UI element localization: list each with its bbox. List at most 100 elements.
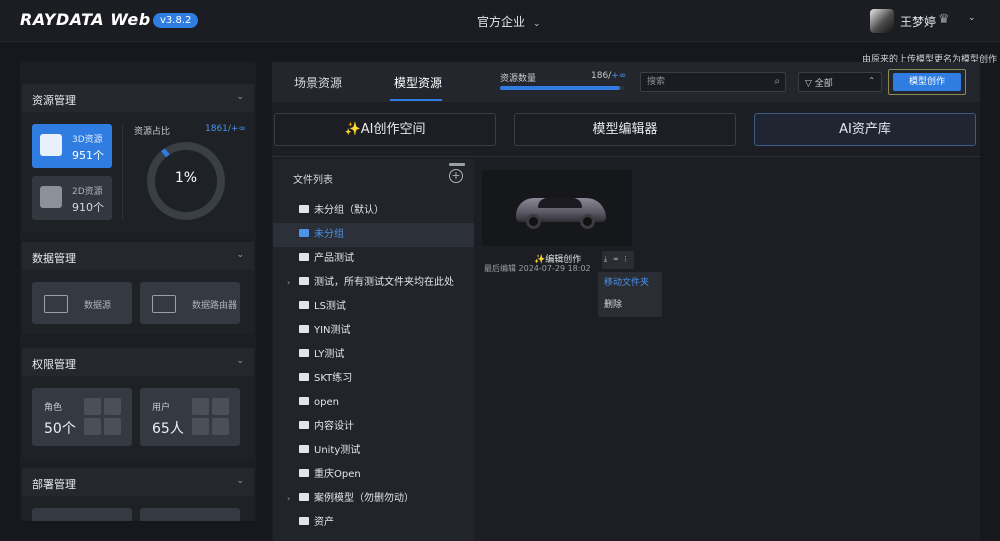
deploy-tile[interactable] — [140, 508, 240, 521]
section-header-data[interactable]: 数据管理 ⌄ — [22, 242, 254, 270]
file-list-item[interactable]: LY测试 — [273, 343, 474, 367]
tab-scene-resources[interactable]: 场景资源 — [294, 74, 342, 91]
create-button-frame: 模型创作 — [888, 69, 966, 95]
filter-value: 全部 — [814, 79, 833, 89]
res-2d-label: 2D资源 — [72, 187, 103, 197]
model-create-button[interactable]: 模型创作 — [893, 73, 961, 91]
role-label: 角色 — [44, 403, 63, 413]
file-list-item[interactable]: › 测试，所有测试文件夹均在此处 — [273, 271, 474, 295]
file-list-item[interactable]: open — [273, 391, 474, 415]
file-list-item-label: Unity测试 — [314, 445, 361, 456]
folder-icon — [299, 397, 309, 405]
file-list-item[interactable]: 未分组 — [273, 223, 474, 247]
car-wheel — [526, 214, 541, 229]
file-list-item-label: 未分组 — [314, 229, 344, 240]
chevron-down-icon[interactable]: ⌄ — [968, 13, 976, 23]
delete-item[interactable]: 删除 — [598, 294, 662, 316]
file-list-item[interactable]: LS测试 — [273, 295, 474, 319]
res-2d-tile[interactable]: 2D资源 910个 — [32, 176, 112, 220]
app-logo[interactable]: RAYDATA Web — [20, 10, 151, 29]
file-list-item-label: 产品测试 — [314, 253, 354, 264]
quantity-bar — [500, 86, 624, 90]
router-label: 数据路由器 — [192, 301, 238, 311]
model-editor-button[interactable]: 模型编辑器 — [514, 113, 736, 146]
file-list-item[interactable]: › 案例模型（勿删勿动） — [273, 487, 474, 511]
file-list-item[interactable]: Unity测试 — [273, 439, 474, 463]
folder-icon — [299, 253, 309, 261]
file-list-item[interactable]: YIN测试 — [273, 319, 474, 343]
file-list-item-label: 案例模型（勿删勿动） — [314, 493, 414, 504]
user-grid-icon — [192, 398, 230, 436]
user-name[interactable]: 王梦婷 — [900, 13, 936, 30]
tab-model-resources[interactable]: 模型资源 — [394, 74, 442, 91]
database-icon — [44, 295, 68, 313]
filter-icon: ▽ — [805, 79, 812, 89]
router-icon — [152, 295, 176, 313]
tabs-bar: 场景资源 模型资源 资源数量 186/+∞ ⌕ ▽ 全部 ⌃ 模型创作 — [272, 62, 980, 102]
move-folder-item[interactable]: 移动文件夹 — [598, 272, 662, 294]
res-3d-label: 3D资源 — [72, 135, 103, 145]
filter-select[interactable]: ▽ 全部 ⌃ — [798, 72, 882, 92]
quantity-bar-fill — [500, 86, 621, 90]
add-folder-icon[interactable]: + — [449, 169, 463, 183]
chevron-right-icon[interactable]: › — [287, 487, 290, 511]
data-body: 数据源 数据路由器 — [22, 270, 254, 334]
folder-icon — [299, 205, 309, 213]
download-icon[interactable]: ⤓ — [604, 255, 611, 264]
folder-icon — [299, 325, 309, 333]
layers-icon — [40, 186, 62, 208]
crown-icon: ♛ — [938, 12, 950, 27]
file-list-item-label: open — [314, 397, 339, 408]
ai-space-button[interactable]: ✨AI创作空间 — [274, 113, 496, 146]
ai-asset-library-button[interactable]: AI资产库 — [754, 113, 976, 146]
file-list-panel: 文件列表 + 未分组（默认） 未分组 产品测试 › 测试，所有测试文件夹均在此处 LS测试… — [273, 159, 474, 541]
top-bar: RAYDATA Web v3.8.2 官方企业 ⌄ 王梦婷 ♛ ⌄ — [0, 0, 1000, 42]
datasource-tile[interactable]: 数据源 — [32, 282, 132, 324]
user-tile[interactable]: 用户 65人 — [140, 388, 240, 446]
more-icon[interactable]: ⋮ — [622, 255, 629, 263]
resource-section: 资源管理 ⌄ 3D资源 951个 2D资源 910个 资源占比 1861/+∞ 1… — [22, 84, 254, 232]
link-icon[interactable]: ∞ — [613, 255, 620, 263]
add-tooltip-marker — [449, 163, 465, 166]
deploy-tile[interactable] — [32, 508, 132, 521]
perm-section: 权限管理 ⌄ 角色 50个 用户 65人 — [22, 348, 254, 460]
file-list-item[interactable]: 资产 — [273, 511, 474, 535]
file-list-item-label: 重庆Open — [314, 469, 361, 480]
cube-icon — [40, 134, 62, 156]
divider — [272, 156, 980, 157]
search-box[interactable]: ⌕ — [640, 72, 786, 92]
router-tile[interactable]: 数据路由器 — [140, 282, 240, 324]
section-header-perm[interactable]: 权限管理 ⌄ — [22, 348, 254, 376]
file-list-item[interactable]: 内容设计 — [273, 415, 474, 439]
file-list-item[interactable]: SKT练习 — [273, 367, 474, 391]
main-panel: 场景资源 模型资源 资源数量 186/+∞ ⌕ ▽ 全部 ⌃ 模型创作 ✨AI创… — [272, 62, 980, 541]
car-window — [538, 198, 582, 208]
file-list-item[interactable]: 未分组（默认） — [273, 199, 474, 223]
role-tile[interactable]: 角色 50个 — [32, 388, 132, 446]
org-selector[interactable]: 官方企业 ⌄ — [477, 13, 541, 30]
file-list-item-label: SKT练习 — [314, 373, 353, 384]
quantity-value: 186/+∞ — [591, 71, 626, 81]
card-action-bar: ⤓ ∞ ⋮ — [602, 251, 634, 269]
folder-icon — [299, 373, 309, 381]
ratio-percent: 1% — [174, 170, 198, 186]
file-list-item-label: 资产 — [314, 517, 334, 528]
user-count: 65人 — [152, 421, 184, 437]
asset-thumbnail[interactable] — [482, 170, 632, 246]
search-icon[interactable]: ⌕ — [774, 76, 780, 87]
ratio-value: 1861/+∞ — [205, 124, 246, 134]
file-list-item[interactable]: 重庆Open — [273, 463, 474, 487]
section-header-deploy[interactable]: 部署管理 ⌄ — [22, 468, 254, 496]
org-name: 官方企业 — [477, 15, 526, 29]
folder-icon — [299, 349, 309, 357]
section-header-resource[interactable]: 资源管理 ⌄ — [22, 84, 254, 112]
quantity-number: 186/ — [591, 71, 612, 81]
file-list-item[interactable]: 产品测试 — [273, 247, 474, 271]
context-menu: 移动文件夹 删除 — [598, 272, 662, 317]
avatar[interactable] — [870, 9, 894, 33]
chevron-right-icon[interactable]: › — [287, 271, 290, 295]
role-icon — [84, 398, 122, 436]
file-list-item-label: YIN测试 — [314, 325, 351, 336]
res-3d-tile[interactable]: 3D资源 951个 — [32, 124, 112, 168]
search-input[interactable] — [641, 73, 761, 91]
